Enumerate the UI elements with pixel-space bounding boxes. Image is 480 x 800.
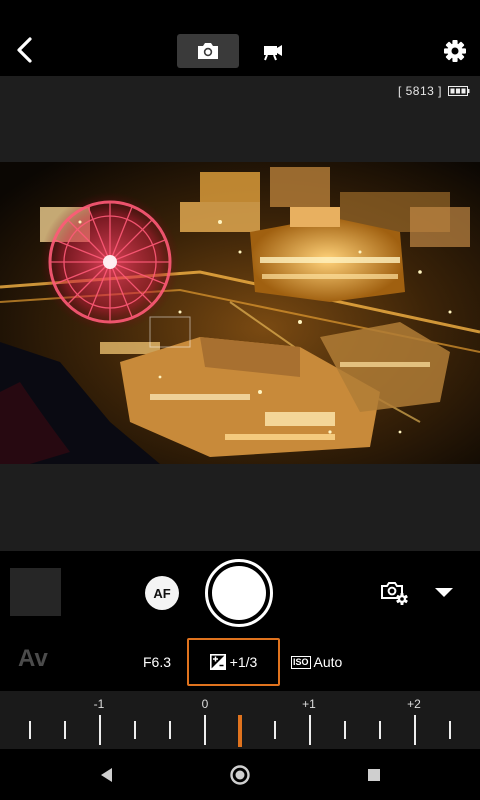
scale-label-zero: 0	[201, 697, 209, 711]
scale-label-plus1: +1	[302, 697, 316, 711]
camera-icon	[198, 43, 218, 59]
exposure-scale-slider[interactable]: -1 0 +1 +2	[0, 691, 480, 749]
exposure-compensation-icon	[209, 654, 226, 670]
scale-major-tick	[204, 715, 206, 745]
video-camera-icon	[264, 45, 282, 61]
capture-mode-toggle	[177, 34, 303, 68]
af-button[interactable]: AF	[145, 576, 179, 610]
iso-icon: ISO	[291, 655, 311, 669]
scale-label-plus2: +2	[407, 697, 421, 711]
chevron-left-icon	[17, 37, 32, 63]
more-options-dropdown[interactable]	[433, 584, 455, 600]
square-icon	[368, 769, 380, 781]
camera-settings-icon	[381, 582, 408, 605]
scale-minor-tick	[29, 721, 31, 739]
battery-icon	[448, 86, 470, 96]
nav-back-button[interactable]	[97, 765, 117, 785]
iso-selector[interactable]: ISO Auto	[291, 654, 342, 670]
triangle-left-icon	[101, 768, 112, 782]
scale-minor-tick	[169, 721, 171, 739]
circle-icon	[230, 765, 250, 785]
top-bar	[0, 0, 480, 76]
remaining-shots-count: [ 5813 ]	[397, 84, 442, 98]
scale-minor-tick	[379, 721, 381, 739]
camera-settings-button[interactable]	[380, 578, 410, 606]
scale-current-marker	[238, 715, 242, 747]
scale-minor-tick	[274, 721, 276, 739]
shutter-button-inner	[212, 566, 266, 620]
shutter-button[interactable]	[205, 559, 273, 627]
scale-minor-tick	[344, 721, 346, 739]
system-navigation-bar	[0, 749, 480, 800]
nav-home-button[interactable]	[229, 764, 251, 786]
status-indicators: [ 5813 ]	[398, 84, 470, 98]
nav-recents-button[interactable]	[364, 765, 384, 785]
scale-major-tick	[99, 715, 101, 745]
scale-minor-tick	[134, 721, 136, 739]
last-image-thumbnail[interactable]	[10, 568, 61, 616]
photo-mode-button[interactable]	[177, 34, 239, 68]
live-view-image[interactable]	[0, 162, 480, 464]
back-button[interactable]	[12, 34, 38, 66]
exposure-compensation-selector[interactable]: +1/3	[187, 638, 280, 686]
triangle-down-icon	[435, 588, 453, 597]
scale-minor-tick	[64, 721, 66, 739]
exposure-compensation-value: +1/3	[229, 654, 258, 670]
iso-value: Auto	[313, 654, 343, 670]
live-view-area: [ 5813 ]	[0, 76, 480, 551]
shooting-mode-label: Av	[18, 645, 48, 672]
gear-icon	[444, 40, 466, 62]
aperture-value[interactable]: F6.3	[143, 654, 171, 670]
settings-button[interactable]	[440, 36, 470, 66]
video-mode-button[interactable]	[243, 34, 303, 68]
night-city-photo	[0, 162, 480, 464]
control-bar: AF Av F6.3 +1/3 ISO Auto	[0, 551, 480, 698]
scale-minor-tick	[449, 721, 451, 739]
scale-major-tick	[414, 715, 416, 745]
scale-label-minus1: -1	[93, 697, 105, 711]
scale-major-tick	[309, 715, 311, 745]
